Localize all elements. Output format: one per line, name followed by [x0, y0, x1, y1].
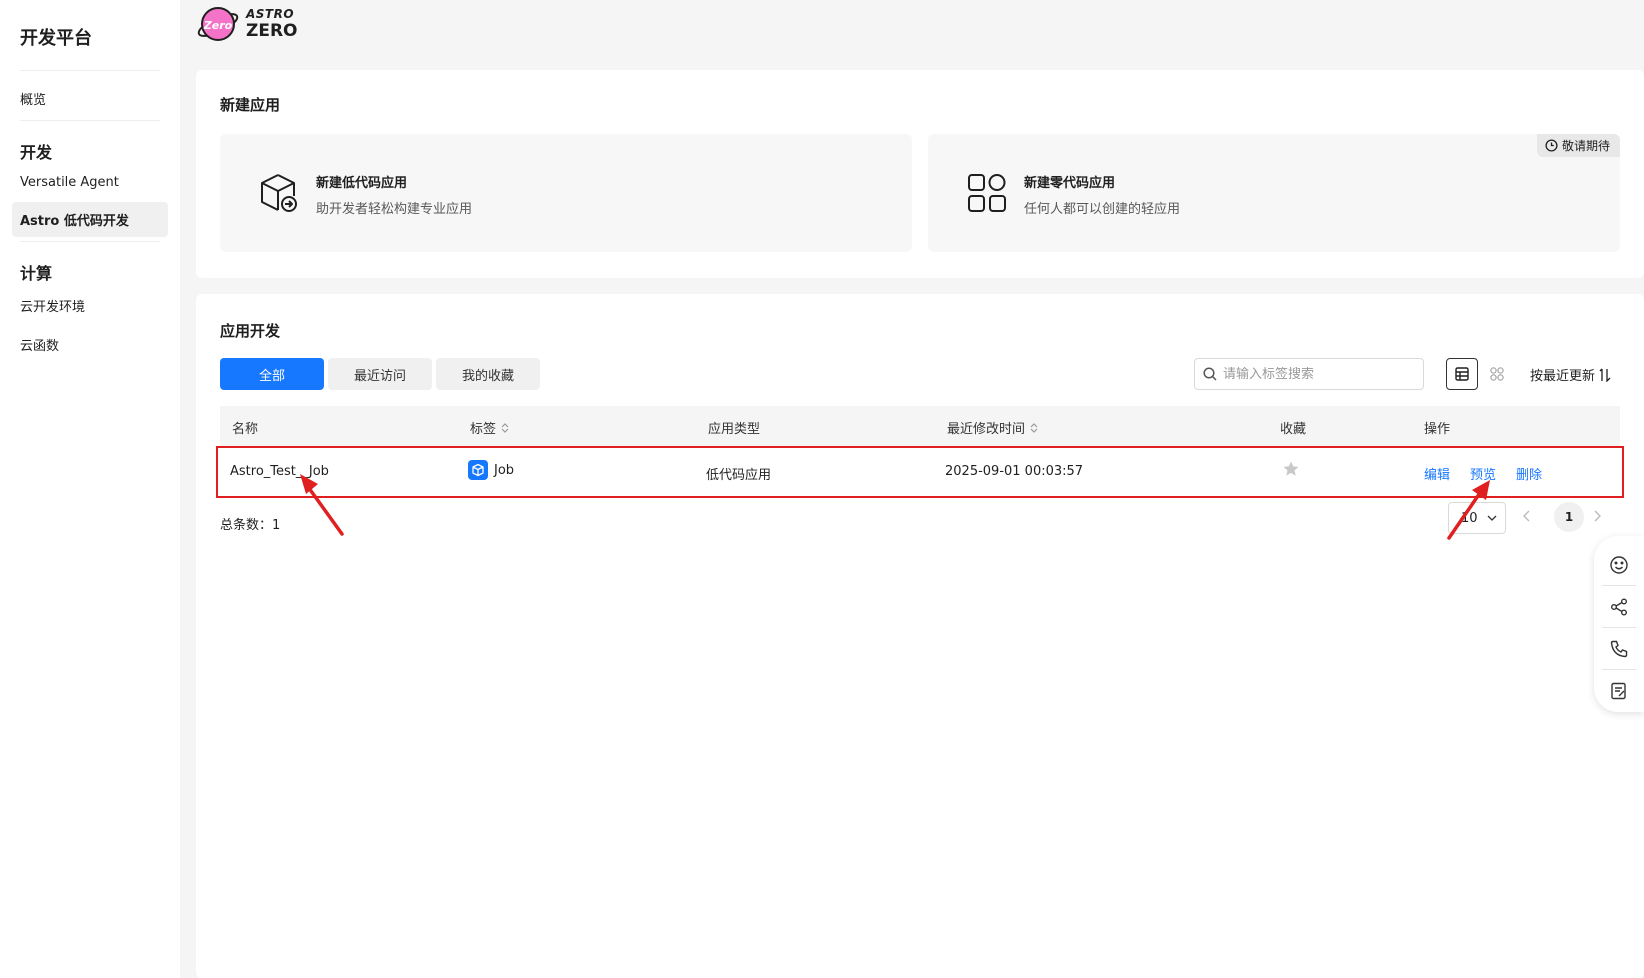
next-page-icon[interactable]: [1592, 508, 1602, 527]
app-tag-cell: Job: [468, 460, 514, 480]
app-grid-icon: [966, 172, 1008, 214]
feedback-smile-icon[interactable]: [1602, 544, 1636, 586]
share-icon[interactable]: [1602, 586, 1636, 628]
edit-link[interactable]: 编辑: [1424, 464, 1450, 483]
page-number-current[interactable]: 1: [1554, 502, 1584, 532]
app-name-cell[interactable]: Astro_Test__Job: [230, 464, 329, 479]
sidebar-title: 开发平台: [20, 0, 160, 71]
sort-arrows-icon: [501, 422, 509, 433]
sidebar-divider: [20, 120, 160, 121]
sidebar-item-versatile-agent[interactable]: Versatile Agent: [12, 167, 168, 198]
app-type-cell: 低代码应用: [706, 468, 772, 483]
page-size-value: 10: [1461, 510, 1478, 526]
favorite-star-icon[interactable]: [1282, 460, 1300, 478]
new-app-panel: 新建应用 新建低代码应用 助开发者轻松构建专业应用 敬请期待 新建零代码应用 任…: [196, 70, 1644, 278]
highlight-box: Astro_Test__Job Job 低代码应用 2025-09-01 00:…: [216, 446, 1624, 498]
grid-view-icon: [1490, 367, 1504, 381]
search-icon: [1203, 367, 1217, 381]
sort-control[interactable]: 按最近更新: [1530, 365, 1611, 384]
new-lowcode-app-desc: 助开发者轻松构建专业应用: [316, 202, 473, 217]
table-header: 名称 标签 应用类型 最近修改时间 收藏 操作: [220, 406, 1620, 446]
coming-soon-badge: 敬请期待: [1536, 134, 1620, 157]
sidebar-item-cloud-env[interactable]: 云开发环境: [12, 288, 168, 323]
new-zerocode-app-desc: 任何人都可以创建的轻应用: [1024, 202, 1181, 217]
coming-soon-text: 敬请期待: [1561, 139, 1610, 153]
list-view-button[interactable]: [1446, 358, 1478, 390]
new-zerocode-app-name: 新建零代码应用: [1024, 176, 1116, 191]
modified-time-cell: 2025-09-01 00:03:57: [945, 464, 1084, 479]
note-edit-icon[interactable]: [1602, 670, 1636, 712]
new-lowcode-app-name: 新建低代码应用: [316, 176, 408, 191]
logo-line2: ZERO: [246, 21, 298, 41]
sidebar-group-compute: 计算: [20, 264, 53, 283]
tag-label: Job: [494, 462, 515, 478]
sidebar-divider: [20, 241, 160, 242]
new-app-title: 新建应用: [220, 96, 281, 114]
grid-view-button[interactable]: [1481, 358, 1513, 390]
tab-all[interactable]: 全部: [220, 358, 324, 390]
new-lowcode-app-card[interactable]: 新建低代码应用 助开发者轻松构建专业应用: [220, 134, 912, 252]
cube-arrow-icon: [258, 172, 300, 214]
sidebar: 开发平台 概览 开发 Versatile Agent Astro 低代码开发 计…: [0, 0, 180, 978]
sort-arrows-icon: [1030, 422, 1038, 433]
sort-icon: [1599, 368, 1611, 382]
col-actions: 操作: [1424, 422, 1451, 437]
col-modified[interactable]: 最近修改时间: [947, 418, 1039, 437]
zero-logo-icon: Zero: [196, 4, 240, 44]
total-count: 总条数：1: [220, 518, 281, 533]
sidebar-item-cloud-func[interactable]: 云函数: [12, 327, 168, 362]
chevron-down-icon: [1487, 515, 1497, 521]
new-zerocode-app-card[interactable]: 敬请期待 新建零代码应用 任何人都可以创建的轻应用: [928, 134, 1620, 252]
sidebar-item-overview[interactable]: 概览: [12, 81, 168, 116]
app-dev-panel: 应用开发 全部 最近访问 我的收藏 按最近更新 名称 标签 应用类型 最近修改时…: [196, 294, 1644, 978]
preview-link[interactable]: 预览: [1470, 464, 1496, 483]
clock-icon: [1545, 139, 1558, 152]
col-tag[interactable]: 标签: [470, 418, 510, 437]
tab-favorites[interactable]: 我的收藏: [436, 358, 540, 390]
delete-link[interactable]: 删除: [1516, 464, 1542, 483]
table-row[interactable]: Astro_Test__Job Job 低代码应用 2025-09-01 00:…: [222, 448, 1622, 496]
sort-label: 按最近更新: [1530, 369, 1596, 384]
tag-search-box[interactable]: [1194, 358, 1424, 390]
table-view-icon: [1455, 367, 1469, 381]
col-type: 应用类型: [708, 422, 761, 437]
tag-search-input[interactable]: [1223, 366, 1413, 382]
col-name: 名称: [232, 422, 259, 437]
logo-badge-text: Zero: [203, 19, 233, 32]
astro-zero-logo[interactable]: Zero ASTRO ZERO: [196, 4, 297, 44]
sidebar-group-dev: 开发: [20, 143, 53, 162]
floating-toolbar: [1594, 536, 1644, 712]
tab-recent[interactable]: 最近访问: [328, 358, 432, 390]
app-dev-title: 应用开发: [220, 322, 281, 340]
phone-icon[interactable]: [1602, 628, 1636, 670]
page-size-select[interactable]: 10: [1448, 502, 1506, 534]
filter-tabs: 全部 最近访问 我的收藏: [220, 358, 540, 390]
prev-page-icon[interactable]: [1522, 508, 1532, 527]
col-favorite: 收藏: [1280, 422, 1307, 437]
cube-icon: [468, 460, 488, 480]
sidebar-item-astro-lowcode[interactable]: Astro 低代码开发: [12, 202, 168, 237]
logo-line1: ASTRO: [246, 7, 295, 21]
